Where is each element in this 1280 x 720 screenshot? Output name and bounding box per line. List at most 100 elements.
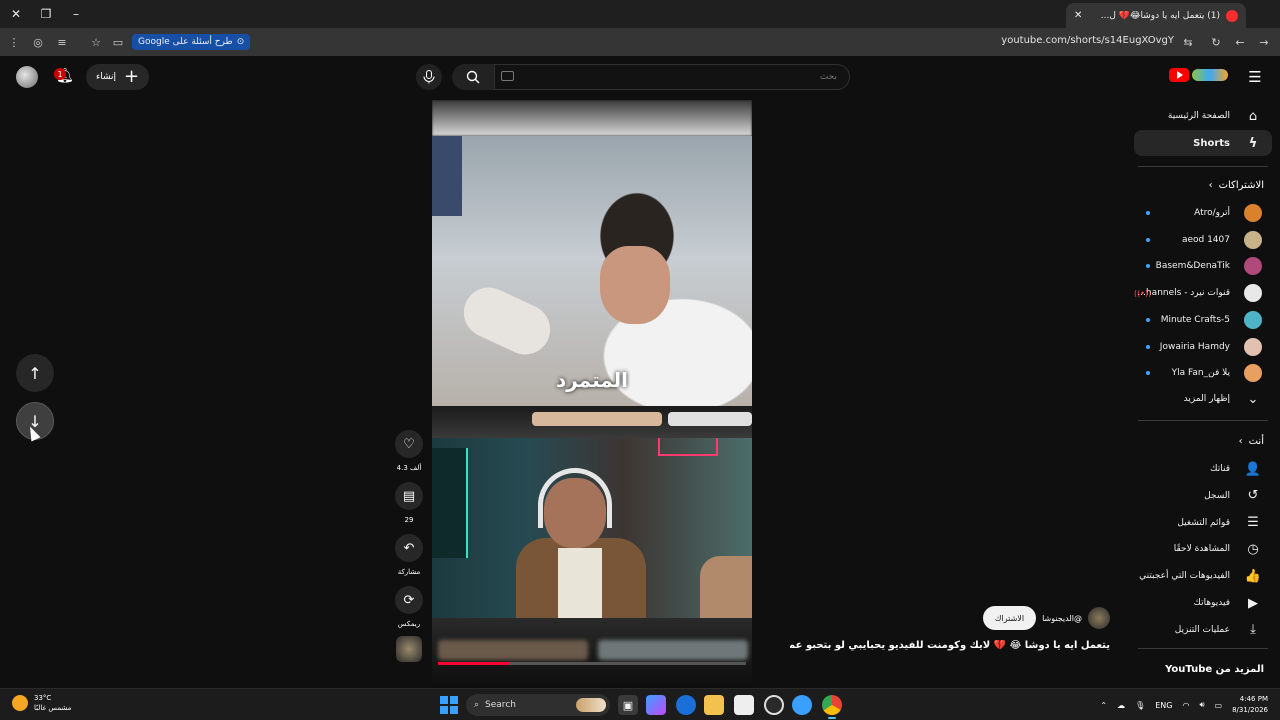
comments-button[interactable]: ▤ <box>395 482 423 510</box>
battery-icon[interactable]: ▭ <box>1215 701 1223 710</box>
browser-menu-icon[interactable]: ⋮ <box>6 34 22 50</box>
video-progress-bar[interactable] <box>438 662 746 665</box>
sidebar-you-item[interactable]: ◷ المشاهدة لاحقًا <box>1134 536 1272 562</box>
start-windows-icon[interactable] <box>440 696 458 714</box>
lens-icon: ⊙ <box>236 37 245 47</box>
browser-tab[interactable]: (1) يتعمل ايه يا دوشا😂💔 ل... ✕ <box>1066 3 1246 28</box>
notification-count-badge: 1 <box>54 68 66 80</box>
short-video-player[interactable]: المتمرد <box>432 100 752 688</box>
forward-icon[interactable]: ← <box>1232 34 1248 50</box>
volume-icon[interactable]: 🔊︎ <box>1199 700 1204 710</box>
share-icon: ↶ <box>403 540 415 556</box>
search-button[interactable] <box>452 64 494 90</box>
keyboard-icon[interactable] <box>501 71 514 81</box>
cloud-icon[interactable]: ☁ <box>1117 701 1125 710</box>
previous-short-button[interactable]: ↑ <box>16 354 54 392</box>
sidebar-channel-item[interactable]: Basem&DenaTik <box>1134 253 1272 279</box>
cast-icon[interactable]: ▭ <box>110 34 126 50</box>
sound-avatar[interactable] <box>396 636 422 662</box>
hamburger-menu-icon[interactable]: ☰ <box>1246 68 1264 86</box>
back-icon[interactable]: → <box>1256 34 1272 50</box>
sidebar-channel-item[interactable]: Jowairia Hamdy <box>1134 334 1272 360</box>
bookmark-star-icon[interactable]: ☆ <box>88 34 104 50</box>
like-button[interactable]: ♡ <box>395 430 423 458</box>
home-icon: ⌂ <box>1248 108 1258 124</box>
taskbar-clock[interactable]: 4:46 PM 8/31/2026 <box>1232 694 1268 716</box>
mic-icon[interactable]: 🎙︎ <box>1135 701 1145 710</box>
subscriptions-heading[interactable]: الاشتراكات › <box>1209 180 1264 191</box>
you-item-icon: 👤 <box>1244 461 1262 477</box>
search-input[interactable] <box>494 64 850 90</box>
wifi-icon[interactable]: ◠ <box>1183 701 1190 710</box>
sidebar-channel-item[interactable]: يلا فن_Yla Fan <box>1134 360 1272 386</box>
task-view-icon[interactable]: ▣ <box>618 695 638 715</box>
comment-icon: ▤ <box>402 488 416 504</box>
channel-avatar[interactable] <box>1088 607 1110 629</box>
more-from-youtube-heading: المزيد من YouTube <box>1165 664 1264 675</box>
remix-button[interactable]: ⟳ <box>395 586 423 614</box>
you-item-label: قوائم التشغيل <box>1177 517 1230 528</box>
channel-avatar <box>1244 364 1262 383</box>
copilot-icon[interactable] <box>646 695 666 715</box>
sidebar-you-item[interactable]: ☰ قوائم التشغيل <box>1134 510 1272 536</box>
sidebar-you-item[interactable]: ⤓ عمليات التنزيل <box>1134 617 1272 643</box>
window-close-icon[interactable]: ✕ <box>6 4 26 24</box>
language-indicator[interactable]: ENG <box>1155 701 1172 710</box>
tab-search-icon[interactable]: ≡ <box>54 34 70 50</box>
sidebar-you-item[interactable]: ▶ فيديوهاتك <box>1134 590 1272 616</box>
chevron-up-icon[interactable]: ⌃ <box>1100 701 1107 710</box>
window-restore-icon[interactable]: ❐ <box>36 4 56 24</box>
app-icon[interactable] <box>792 695 812 715</box>
voice-search-button[interactable] <box>416 64 442 90</box>
channel-avatar <box>1244 337 1262 356</box>
site-settings-icon[interactable]: ⇆ <box>1180 34 1196 50</box>
comment-count: 29 <box>404 516 414 524</box>
sidebar-channel-item[interactable]: aeod 1407 <box>1134 227 1272 253</box>
arrow-up-icon: ↑ <box>28 363 42 383</box>
chrome-icon[interactable] <box>822 695 842 719</box>
live-icon: ((•)) <box>1134 288 1152 298</box>
sidebar-item-shorts[interactable]: ϟ Shorts <box>1134 130 1272 156</box>
new-content-dot <box>1146 344 1150 349</box>
like-count: 4.3 ألف <box>396 464 422 472</box>
sidebar-channel-item[interactable]: 5-Minute Crafts <box>1134 307 1272 333</box>
show-more-button[interactable]: ⌄ إظهار المزيد <box>1134 386 1272 412</box>
windows-taskbar: 33°C مشمس غالبًا ⌕ Search ▣ ⌃ ☁ 🎙︎ ENG ◠… <box>0 688 1280 720</box>
you-heading[interactable]: أنت › <box>1239 436 1264 447</box>
video-panel-top: المتمرد <box>432 136 752 406</box>
new-content-dot <box>1146 317 1150 322</box>
plus-icon: + <box>124 66 140 87</box>
channel-avatar <box>1244 204 1262 222</box>
browser-tab-strip: ✕ ❐ – + (1) يتعمل ايه يا دوشا😂💔 ل... ✕ <box>0 0 1280 28</box>
share-button[interactable]: ↶ <box>395 534 423 562</box>
subscribe-button[interactable]: الاشتراك <box>982 606 1037 630</box>
sidebar-you-item[interactable]: 👤 قناتك <box>1134 456 1272 482</box>
profile-icon[interactable]: ◎ <box>30 34 46 50</box>
reload-icon[interactable]: ↻ <box>1208 34 1224 50</box>
chevron-left-icon: › <box>1208 180 1213 191</box>
create-button[interactable]: + إنشاء <box>86 64 150 90</box>
sidebar-you-item[interactable]: 👍 الفيديوهات التي أعجبتني <box>1134 563 1272 589</box>
settings-gear-icon[interactable] <box>764 695 784 715</box>
tab-close-icon[interactable]: ✕ <box>1074 10 1082 21</box>
edge-icon[interactable] <box>676 695 696 715</box>
file-explorer-icon[interactable] <box>704 695 724 715</box>
window-minimize-icon[interactable]: – <box>66 4 86 24</box>
sidebar-you-item[interactable]: ↺ السجل <box>1134 483 1272 509</box>
url-text[interactable]: youtube.com/shorts/s14EugXOvgY <box>1001 35 1174 46</box>
channel-name[interactable]: @الديجنوشا <box>1042 614 1082 623</box>
store-icon[interactable] <box>734 695 754 715</box>
ask-google-chip[interactable]: ⊙ طرح أسئلة على Google <box>132 34 251 50</box>
account-avatar[interactable] <box>16 66 38 88</box>
sidebar-channel-item[interactable]: قنوات نيرد - hannels... ((•)) <box>1134 280 1272 306</box>
sidebar-channel-item[interactable]: أترو/Atro <box>1134 200 1272 226</box>
channel-name: Basem&DenaTik <box>1155 261 1230 272</box>
share-action: ↶ مشاركة <box>394 534 424 576</box>
video-title[interactable]: يتعمل ايه يا دوشا 😂 💔 لايك وكومنت للفيدي… <box>790 640 1110 651</box>
sidebar-item-home[interactable]: ⌂ الصفحة الرئيسية <box>1134 103 1272 129</box>
shorts-icon: ϟ <box>1248 135 1258 151</box>
youtube-logo[interactable] <box>1169 68 1228 82</box>
weather-widget[interactable]: 33°C مشمس غالبًا <box>12 693 71 713</box>
taskbar-search[interactable]: ⌕ Search <box>466 694 610 716</box>
new-content-dot <box>1146 237 1150 242</box>
